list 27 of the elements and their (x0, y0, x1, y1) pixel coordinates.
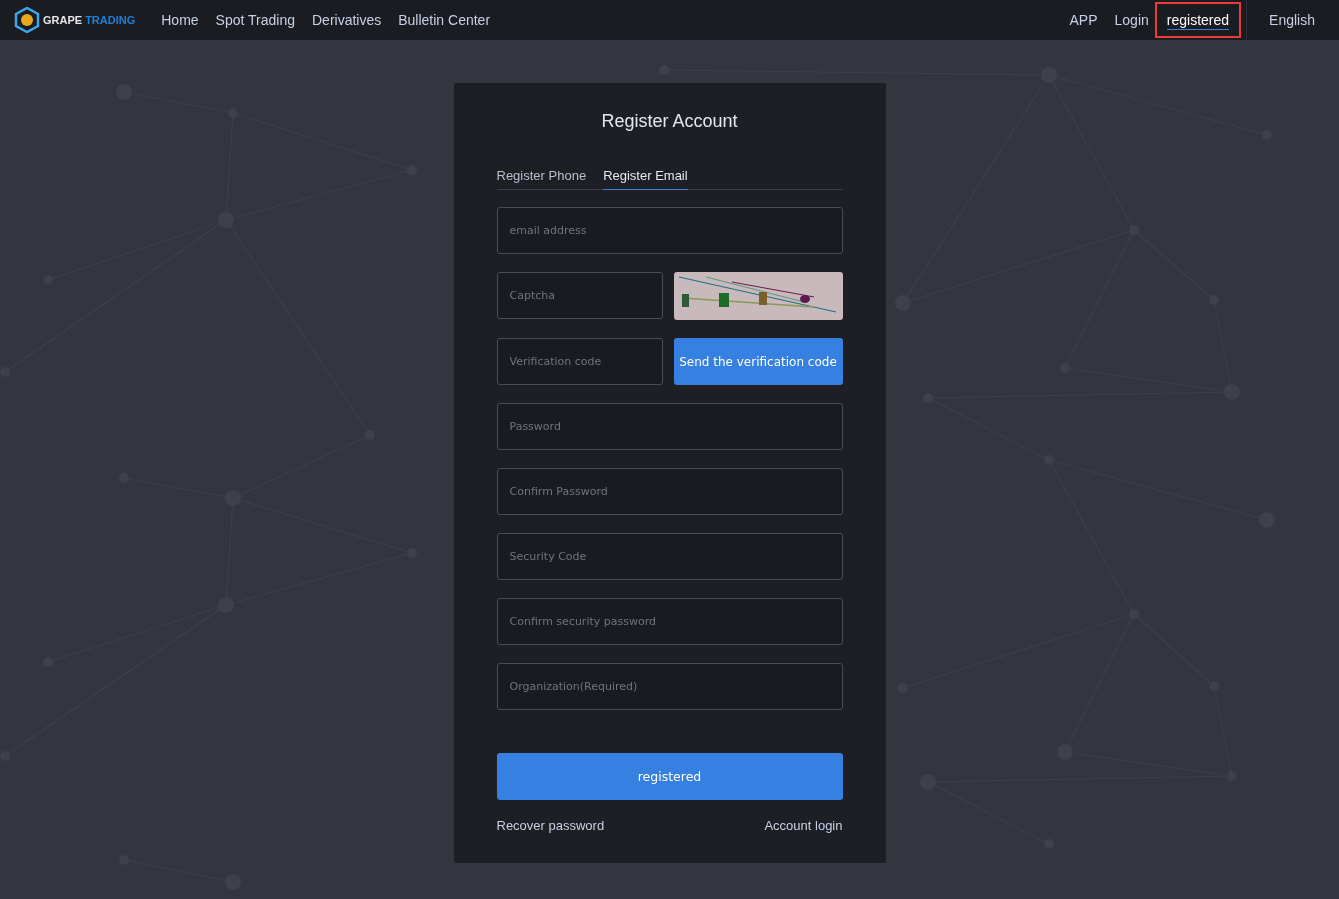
register-button[interactable]: registered (496, 753, 843, 800)
captcha-field[interactable]: Captcha (496, 272, 663, 319)
form-link[interactable]: Recover password (496, 818, 605, 833)
send-code-button[interactable]: Send the verification code (673, 338, 843, 385)
form-title: Register Account (600, 111, 739, 132)
brand-name: GRAPE (43, 14, 83, 26)
nav-link[interactable]: Home (161, 12, 199, 28)
verification-code-field[interactable]: Verification code (496, 338, 663, 385)
hexagon-coin-logo-icon (14, 7, 40, 33)
nav-link[interactable]: Spot Trading (215, 12, 295, 28)
text-field[interactable]: Confirm security password (496, 598, 843, 645)
language-link[interactable]: English (1247, 12, 1339, 28)
nav-link[interactable]: APP (1069, 12, 1098, 28)
captcha-image[interactable] (673, 272, 843, 320)
brand-name: TRADING (85, 14, 136, 26)
text-field[interactable]: Confirm Password (496, 468, 843, 515)
text-field[interactable]: Organization(Required) (496, 663, 843, 710)
nav-link[interactable]: registered (1154, 2, 1242, 38)
text-field[interactable]: Password (496, 403, 843, 450)
nav-link[interactable]: Login (1114, 12, 1149, 28)
form-tab[interactable]: Register Phone (496, 168, 587, 190)
text-field[interactable]: Security Code (496, 533, 843, 580)
form-tab[interactable]: Register Email (603, 168, 688, 190)
nav-link[interactable]: Bulletin Center (398, 12, 491, 28)
nav-link[interactable]: Derivatives (312, 12, 382, 28)
form-link[interactable]: Account login (764, 818, 843, 833)
email-field[interactable]: email address (496, 207, 843, 254)
